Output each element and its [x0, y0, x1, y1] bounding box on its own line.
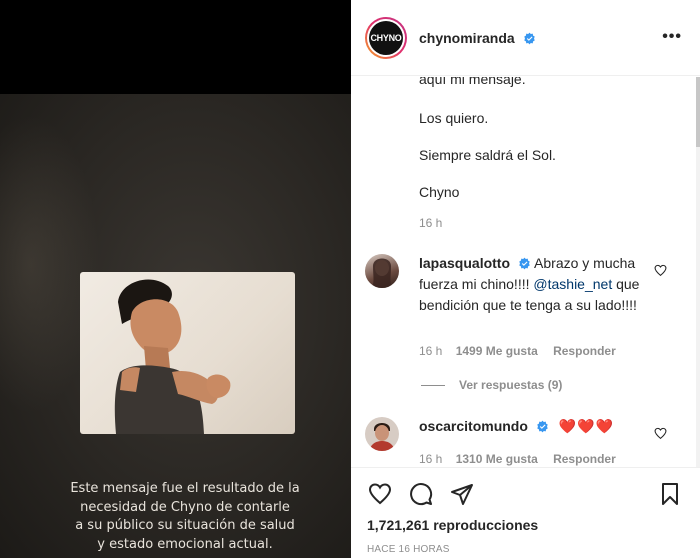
- caption-line: a su público su situación de salud: [75, 518, 295, 533]
- view-count-number: 1,721,261: [367, 517, 430, 533]
- view-count[interactable]: 1,721,261 reproducciones: [367, 517, 538, 533]
- scrollbar-thumb[interactable]: [696, 77, 700, 147]
- caption-text: Los quiero.: [419, 110, 489, 126]
- view-replies-button[interactable]: Ver respuestas (9): [421, 378, 562, 392]
- comment-time[interactable]: 16 h: [419, 452, 442, 466]
- media-caption: Este mensaje fue el resultado de la nece…: [40, 480, 330, 554]
- video-frame[interactable]: Este mensaje fue el resultado de la nece…: [0, 94, 351, 558]
- reply-button[interactable]: Responder: [553, 452, 616, 466]
- caption-line: necesidad de Chyno de contarle: [80, 499, 290, 515]
- username-link[interactable]: chynomiranda: [419, 30, 515, 46]
- verified-badge-icon: [523, 32, 535, 45]
- like-heart-icon[interactable]: [368, 482, 392, 506]
- like-comment-heart-icon[interactable]: [654, 264, 667, 277]
- view-count-label: reproducciones: [433, 517, 539, 533]
- caption-line: y estado emocional actual.: [97, 536, 273, 552]
- verified-badge-icon: [519, 257, 530, 270]
- comment-meta: 16 h 1499 Me gusta Responder: [419, 344, 616, 358]
- like-comment-heart-icon[interactable]: [654, 427, 667, 440]
- comment-username[interactable]: oscarcitomundo: [419, 418, 528, 434]
- verified-badge-icon: [537, 420, 548, 433]
- caption-time[interactable]: 16 h: [419, 216, 442, 230]
- post-timestamp[interactable]: HACE 16 HORAS: [367, 544, 450, 555]
- comment-time[interactable]: 16 h: [419, 344, 442, 358]
- mention-link[interactable]: @tashie_net: [533, 276, 612, 292]
- save-bookmark-icon[interactable]: [658, 482, 682, 506]
- comment-meta: 16 h 1310 Me gusta Responder: [419, 452, 616, 466]
- post-media[interactable]: Este mensaje fue el resultado de la nece…: [0, 0, 351, 558]
- avatar[interactable]: CHYNO: [365, 17, 407, 59]
- caption-text: Chyno: [419, 184, 460, 200]
- comment: lapasqualotto Abrazo y mucha fuerza mi c…: [419, 253, 659, 316]
- reply-button[interactable]: Responder: [553, 344, 616, 358]
- caption-line: Este mensaje fue el resultado de la: [70, 481, 300, 496]
- comment-likes[interactable]: 1499 Me gusta: [456, 344, 538, 358]
- post-actions: 1,721,261 reproducciones HACE 16 HORAS: [351, 467, 700, 558]
- replies-divider: [421, 385, 445, 387]
- view-replies-label[interactable]: Ver respuestas (9): [459, 378, 562, 392]
- commenter-avatar[interactable]: [365, 254, 399, 288]
- comment-username[interactable]: lapasqualotto: [419, 255, 510, 271]
- comments-scrollbar[interactable]: [696, 77, 700, 467]
- post-side-panel: CHYNO chynomiranda ••• aquí mi mensaje. …: [351, 0, 700, 558]
- comment-text: ❤️❤️❤️: [558, 418, 614, 434]
- caption-text: Siempre saldrá el Sol.: [419, 147, 556, 163]
- caption-text: aquí mi mensaje.: [419, 77, 526, 87]
- avatar-logo: CHYNO: [369, 21, 403, 55]
- comment-bubble-icon[interactable]: [409, 482, 433, 506]
- post-author[interactable]: chynomiranda: [419, 30, 536, 46]
- commenter-avatar[interactable]: [365, 417, 399, 451]
- comment: oscarcitomundo ❤️❤️❤️: [419, 416, 659, 437]
- comment-likes[interactable]: 1310 Me gusta: [456, 452, 538, 466]
- post-photo: [80, 272, 295, 434]
- share-paper-plane-icon[interactable]: [450, 482, 474, 506]
- comments-list[interactable]: aquí mi mensaje. Los quiero. Siempre sal…: [351, 77, 700, 467]
- post-header: CHYNO chynomiranda •••: [351, 0, 700, 76]
- more-options-icon[interactable]: •••: [662, 28, 682, 46]
